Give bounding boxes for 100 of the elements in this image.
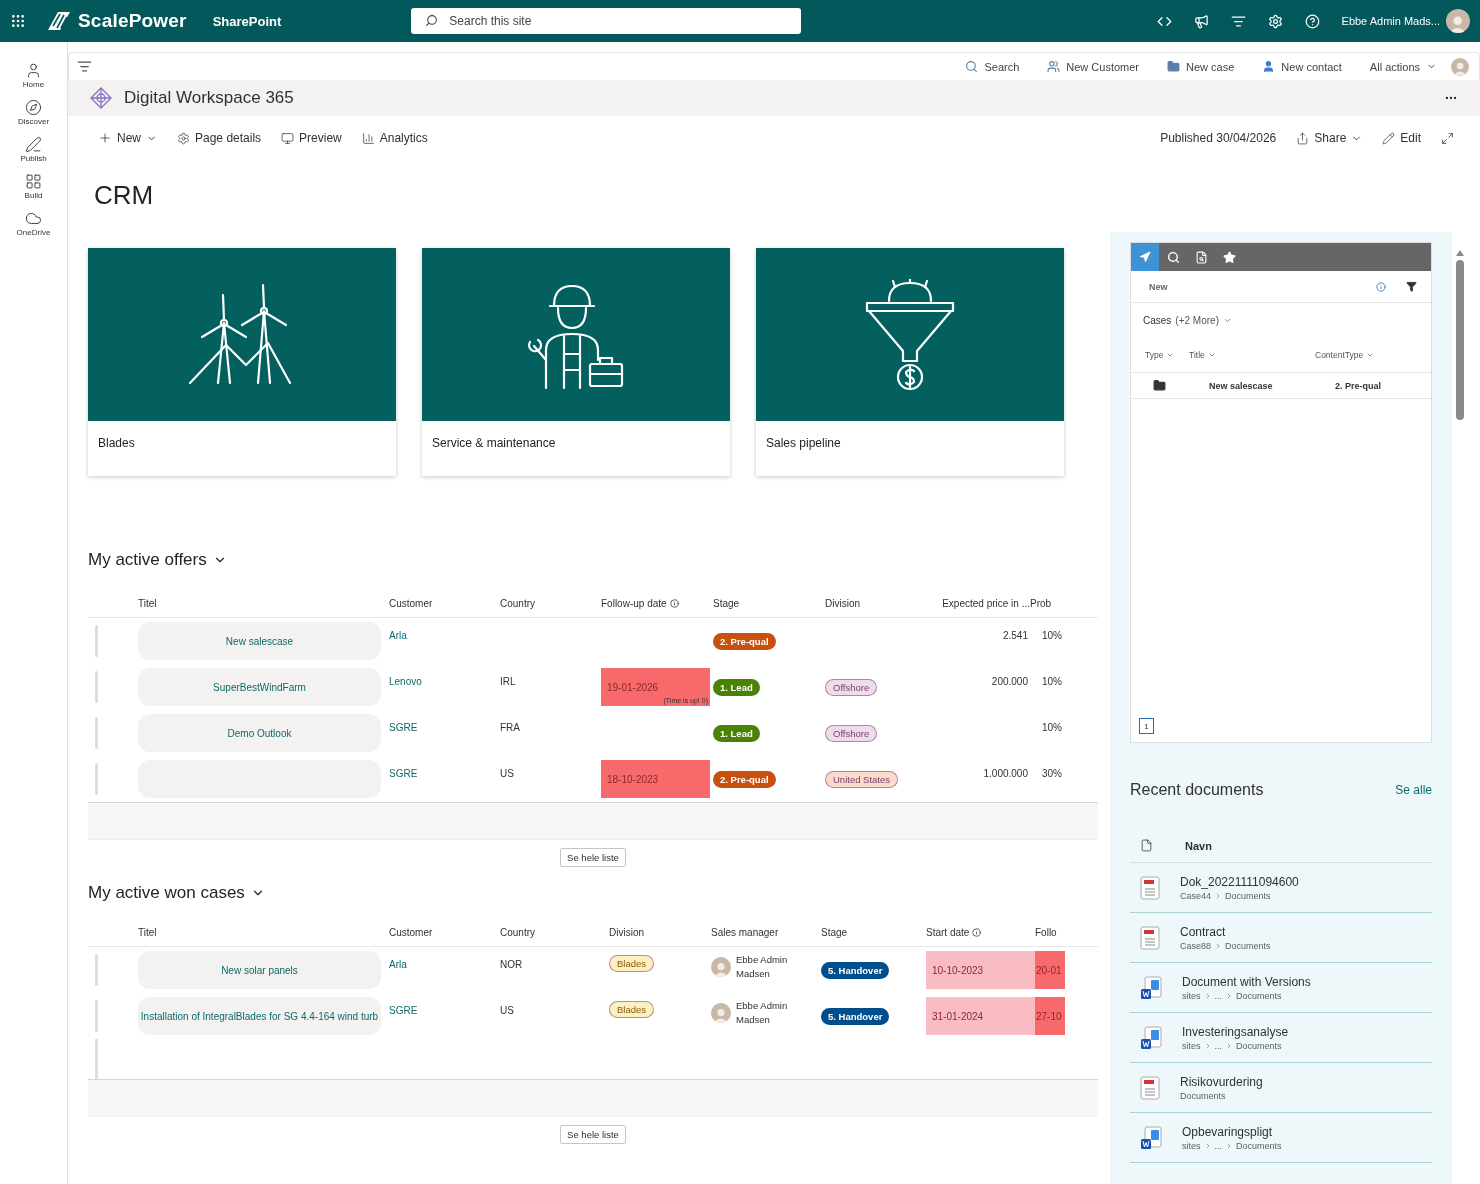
scroll-up-icon[interactable] bbox=[1456, 250, 1464, 256]
toolbar-item[interactable]: New bbox=[98, 131, 157, 145]
rail-item[interactable]: OneDrive bbox=[12, 208, 55, 239]
customer-link[interactable]: Arla bbox=[389, 630, 500, 641]
customer-link[interactable]: SGRE bbox=[389, 768, 500, 779]
filter-icon[interactable] bbox=[1406, 281, 1417, 292]
view-selector[interactable]: Cases (+2 More) bbox=[1143, 315, 1219, 326]
search-icon bbox=[425, 14, 439, 27]
column-header[interactable]: Country bbox=[500, 927, 609, 938]
date-cell: 27-10 bbox=[1035, 997, 1065, 1035]
row-handle bbox=[95, 1000, 98, 1032]
column-header[interactable]: Expected price in ... bbox=[935, 598, 1030, 609]
column-header[interactable]: Division bbox=[609, 927, 711, 938]
document-row[interactable]: Opbevaringspligt sites ... Documents bbox=[1130, 1113, 1432, 1163]
column-header[interactable]: Start date bbox=[926, 927, 1035, 938]
document-row[interactable]: Document with Versions sites ... Documents bbox=[1130, 963, 1432, 1013]
column-header[interactable]: Stage bbox=[821, 927, 926, 938]
panel-tab[interactable] bbox=[1131, 243, 1159, 271]
path-label: ... bbox=[1214, 1040, 1223, 1051]
app-name[interactable]: SharePoint bbox=[212, 13, 282, 29]
pdf-file-icon bbox=[1140, 925, 1160, 950]
column-header[interactable]: Navn bbox=[1185, 839, 1212, 852]
tile-card[interactable]: Blades bbox=[88, 248, 396, 476]
path-label: sites bbox=[1182, 1140, 1201, 1151]
column-header[interactable]: Follo bbox=[1035, 927, 1065, 938]
column-header[interactable]: Division bbox=[825, 598, 935, 609]
title-pill[interactable]: New solar panels bbox=[138, 951, 381, 989]
path-label: Documents bbox=[1236, 990, 1282, 1001]
expand-icon[interactable] bbox=[1441, 131, 1454, 145]
command-item[interactable]: Search bbox=[965, 60, 1020, 73]
help-icon[interactable] bbox=[1304, 13, 1320, 29]
list-icon[interactable] bbox=[77, 59, 92, 74]
command-item[interactable]: New case bbox=[1167, 60, 1235, 73]
customer-link[interactable]: SGRE bbox=[389, 722, 500, 733]
customer-link[interactable]: Arla bbox=[389, 959, 500, 970]
app-launcher-icon[interactable] bbox=[10, 13, 26, 29]
customer-link[interactable]: Lenovo bbox=[389, 676, 500, 687]
rail-item[interactable]: Publish bbox=[16, 134, 51, 165]
column-header[interactable]: Stage bbox=[713, 598, 825, 609]
table-cell-text: 2. Pre-qual bbox=[1335, 380, 1382, 391]
rail-item[interactable]: Home bbox=[18, 60, 49, 91]
new-link[interactable]: New bbox=[1149, 281, 1168, 292]
word-file-icon bbox=[1140, 1025, 1162, 1050]
column-header[interactable]: Titel bbox=[138, 927, 389, 938]
title-pill[interactable]: New salescase bbox=[138, 622, 381, 660]
customer-link[interactable]: SGRE bbox=[389, 1005, 500, 1016]
file-icon bbox=[1140, 839, 1153, 852]
document-row[interactable]: Risikovurdering Documents bbox=[1130, 1063, 1432, 1113]
rail-item[interactable]: Discover bbox=[13, 97, 54, 128]
column-header[interactable]: Follow-up date bbox=[601, 598, 713, 609]
document-row[interactable]: Investeringsanalyse sites ... Documents bbox=[1130, 1013, 1432, 1063]
page-number[interactable]: 1 bbox=[1139, 718, 1154, 734]
word-file-icon bbox=[1140, 975, 1162, 1000]
toolbar-item[interactable]: Analytics bbox=[361, 131, 428, 145]
scrollbar-thumb[interactable] bbox=[1456, 260, 1464, 420]
document-row[interactable]: Contract Case88 Documents bbox=[1130, 913, 1432, 963]
tile-card[interactable]: Sales pipeline bbox=[756, 248, 1064, 476]
search-field[interactable]: Search this site bbox=[411, 8, 802, 34]
document-name: Dok_20221111094600 bbox=[1180, 874, 1299, 889]
command-item[interactable]: All actions bbox=[1369, 60, 1437, 73]
column-header[interactable]: Customer bbox=[389, 927, 500, 938]
title-pill[interactable]: SuperBestWindFarm bbox=[138, 668, 381, 706]
see-all-link[interactable]: Se alle bbox=[1395, 783, 1432, 797]
column-header[interactable]: Titel bbox=[138, 598, 389, 609]
column-header[interactable]: ContentType bbox=[1315, 350, 1419, 360]
share-icon bbox=[1296, 131, 1310, 145]
column-header[interactable]: Sales manager bbox=[711, 927, 821, 938]
column-header[interactable]: Prob bbox=[1030, 598, 1065, 609]
title-pill[interactable]: Demo Outlook bbox=[138, 714, 381, 752]
section-title[interactable]: My active won cases bbox=[88, 883, 1098, 903]
user-name[interactable]: Ebbe Admin Mads... bbox=[1341, 15, 1440, 27]
edit-button[interactable]: Edit bbox=[1382, 131, 1421, 145]
date-cell: 31-01-2024 bbox=[926, 997, 1035, 1035]
title-pill[interactable]: Installation of IntegralBlades for SG 4.4-164 wind turb bbox=[138, 997, 381, 1035]
pencil-icon bbox=[1382, 131, 1396, 145]
megaphone-icon[interactable] bbox=[1193, 13, 1209, 29]
path-label: sites bbox=[1182, 1040, 1201, 1051]
list-row[interactable]: New salescase 2. Pre-qual bbox=[1131, 373, 1431, 399]
column-header[interactable]: Country bbox=[500, 598, 601, 609]
tile-label: Service & maintenance bbox=[431, 435, 557, 452]
share-button[interactable]: Share bbox=[1296, 131, 1363, 145]
table-cell-text: 10% bbox=[1041, 722, 1063, 733]
tile-card[interactable]: Service & maintenance bbox=[422, 248, 730, 476]
command-item[interactable]: New Customer bbox=[1047, 60, 1140, 73]
settings-icon[interactable] bbox=[1267, 13, 1283, 29]
see-list-button[interactable]: Se hele liste bbox=[560, 1125, 626, 1144]
column-header[interactable]: Title bbox=[1189, 350, 1315, 360]
toolbar-item[interactable]: Preview bbox=[281, 131, 342, 145]
info-icon[interactable] bbox=[1376, 281, 1386, 292]
rail-item[interactable]: Build bbox=[20, 171, 47, 202]
see-list-button[interactable]: Se hele liste bbox=[560, 848, 626, 867]
toolbar-item[interactable]: Page details bbox=[177, 131, 262, 145]
document-row[interactable]: Dok_20221111094600 Case44 Documents bbox=[1130, 863, 1432, 913]
command-item[interactable]: New contact bbox=[1262, 60, 1342, 73]
column-header[interactable]: Type bbox=[1145, 350, 1189, 360]
section-title[interactable]: My active offers bbox=[88, 550, 1098, 570]
table-cell-text: US bbox=[500, 768, 515, 779]
stage-tag: 5. Handover bbox=[821, 961, 890, 979]
column-header[interactable]: Customer bbox=[389, 598, 500, 609]
row-handle bbox=[95, 671, 98, 703]
